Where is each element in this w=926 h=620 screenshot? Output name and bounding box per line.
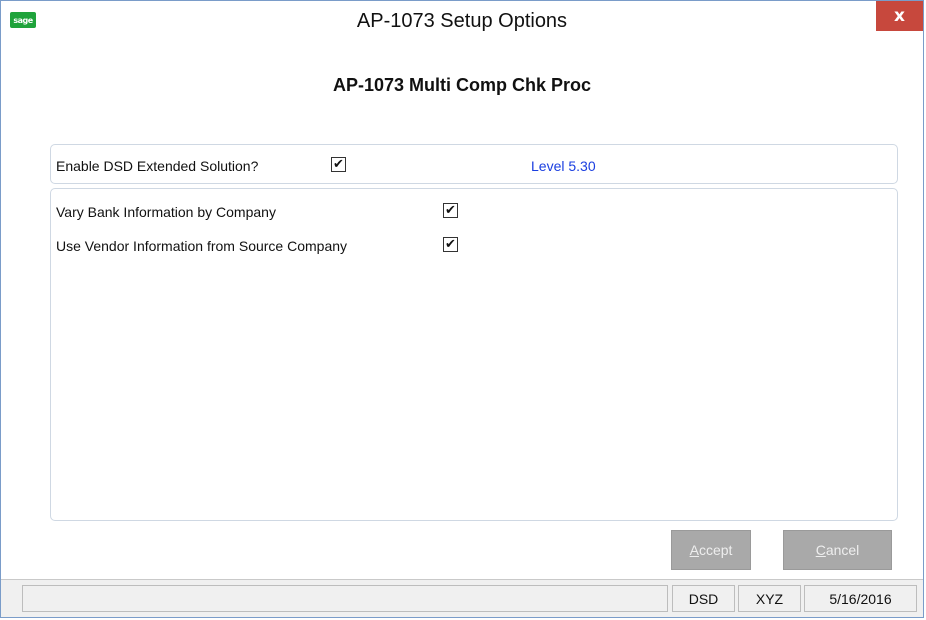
close-button[interactable]: x: [876, 1, 923, 31]
use-vendor-label: Use Vendor Information from Source Compa…: [56, 238, 348, 254]
vary-bank-checkbox[interactable]: ✔: [443, 203, 458, 218]
options-panel: Vary Bank Information by Company ✔ Use V…: [50, 188, 898, 521]
setup-options-window: sage AP-1073 Setup Options x AP-1073 Mul…: [0, 0, 924, 618]
use-vendor-checkbox[interactable]: ✔: [443, 237, 458, 252]
cancel-label: ancel: [825, 542, 860, 558]
accept-label: ccept: [698, 542, 733, 558]
form-subtitle: AP-1073 Multi Comp Chk Proc: [332, 75, 592, 95]
accept-hotkey: A: [689, 542, 699, 558]
status-module: DSD: [672, 585, 735, 612]
title-bar[interactable]: sage AP-1073 Setup Options x: [1, 1, 923, 39]
status-company: XYZ: [738, 585, 801, 612]
cancel-button[interactable]: Cancel: [783, 530, 892, 570]
status-message: [22, 585, 668, 612]
level-label: Level 5.30: [531, 158, 596, 174]
window-title: AP-1073 Setup Options: [356, 10, 568, 32]
enable-dsd-label: Enable DSD Extended Solution?: [56, 158, 259, 174]
status-date: 5/16/2016: [804, 585, 917, 612]
enable-dsd-checkbox[interactable]: ✔: [331, 157, 346, 172]
enable-panel: Enable DSD Extended Solution? ✔ Level 5.…: [50, 144, 898, 184]
status-bar: DSD XYZ 5/16/2016: [1, 579, 923, 617]
cancel-hotkey: C: [815, 542, 826, 558]
vary-bank-label: Vary Bank Information by Company: [56, 204, 276, 220]
accept-button[interactable]: Accept: [671, 530, 751, 570]
